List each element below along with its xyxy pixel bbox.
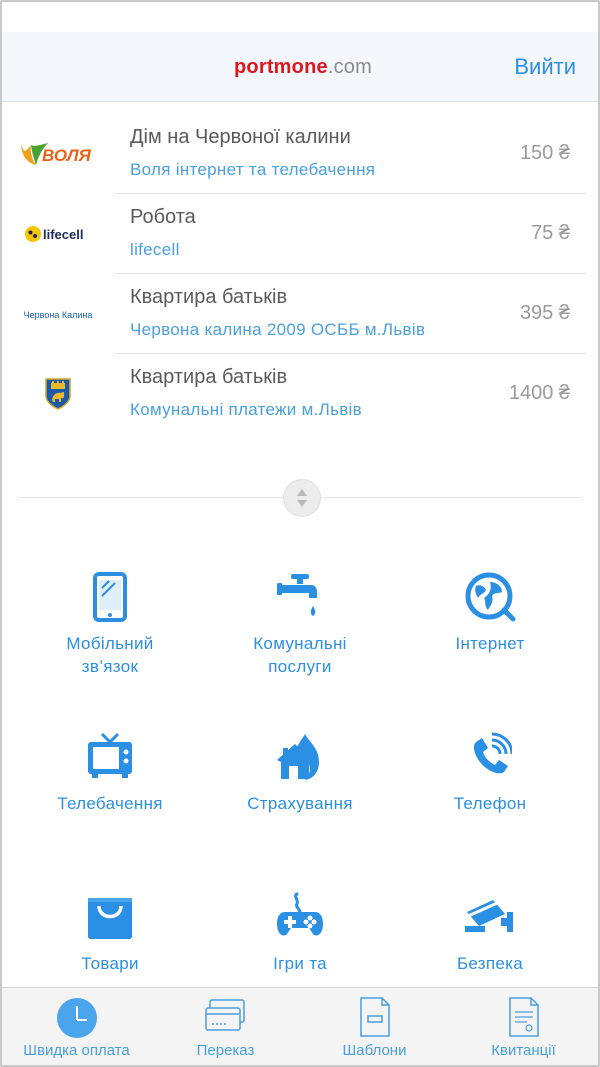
tab-label: Шаблони bbox=[342, 1042, 407, 1059]
payment-name: Дім на Червоної калини bbox=[130, 126, 351, 148]
category-label-line1: Мобільний bbox=[66, 634, 154, 653]
category-utilities[interactable]: Комунальні послуги bbox=[205, 572, 395, 678]
top-header: portmone.com Вийти bbox=[2, 32, 598, 102]
payment-amount: 395 ₴ bbox=[519, 302, 570, 324]
logout-button[interactable]: Вийти bbox=[514, 54, 576, 80]
water-tap-icon bbox=[277, 574, 317, 616]
tab-templates[interactable]: Шаблони bbox=[300, 988, 449, 1065]
category-label-line1: Страхування bbox=[247, 794, 353, 813]
chervona-kalyna-logo-text: Червона Калина bbox=[24, 310, 93, 320]
payment-name: Квартира батьків bbox=[130, 286, 288, 308]
globe-icon bbox=[465, 572, 516, 622]
cards-icon bbox=[204, 999, 245, 1031]
payment-provider: Воля інтернет та телебачення bbox=[130, 160, 376, 179]
bottom-tab-bar: Швидка оплата Переказ Шаблони Квитанції bbox=[2, 987, 598, 1065]
category-label-line1: Товари bbox=[81, 954, 139, 973]
payment-amount: 150 ₴ bbox=[519, 142, 570, 164]
chervona-kalyna-logo: Червона Калина bbox=[16, 288, 100, 340]
clock-icon bbox=[56, 998, 97, 1038]
tv-icon bbox=[88, 732, 132, 778]
payment-name: Квартира батьків bbox=[130, 366, 288, 388]
document-icon bbox=[359, 997, 390, 1037]
expand-handle-button[interactable] bbox=[283, 479, 321, 517]
payment-provider: lifecell bbox=[130, 240, 180, 259]
payment-amount: 75 ₴ bbox=[531, 222, 570, 244]
tab-label: Швидка оплата bbox=[23, 1042, 130, 1059]
category-internet[interactable]: Інтернет bbox=[395, 572, 585, 655]
payment-amount: 1400 ₴ bbox=[508, 382, 570, 404]
security-camera-icon bbox=[465, 900, 513, 932]
category-security[interactable]: Безпека bbox=[395, 892, 585, 975]
app-frame: portmone.com Вийти ВОЛЯ Дім на Червоної … bbox=[0, 0, 600, 1067]
category-label-line1: Телефон bbox=[453, 794, 527, 813]
tab-quick-payment[interactable]: Швидка оплата bbox=[2, 988, 151, 1065]
receipt-icon bbox=[508, 997, 539, 1037]
volia-logo-text: ВОЛЯ bbox=[42, 146, 92, 165]
category-games[interactable]: Ігри та bbox=[205, 892, 395, 975]
tab-label: Квитанції bbox=[491, 1042, 556, 1059]
up-down-arrows-icon bbox=[297, 489, 307, 507]
category-tv[interactable]: Телебачення bbox=[15, 732, 205, 815]
payment-row[interactable]: ВОЛЯ Дім на Червоної калини Воля інтерне… bbox=[2, 114, 598, 194]
house-fire-icon bbox=[277, 734, 319, 780]
phone-icon bbox=[473, 732, 512, 774]
gamepad-icon bbox=[277, 892, 323, 936]
category-phone[interactable]: Телефон bbox=[395, 732, 585, 815]
category-label-line2: послуги bbox=[268, 657, 332, 676]
category-label-line1: Телебачення bbox=[57, 794, 163, 813]
category-insurance[interactable]: Страхування bbox=[205, 732, 395, 815]
category-label-line1: Безпека bbox=[456, 954, 524, 973]
lviv-coat-of-arms-logo bbox=[16, 368, 100, 420]
category-label-line1: Комунальні bbox=[253, 634, 347, 653]
portmone-logo: portmone.com bbox=[234, 56, 372, 79]
mobile-phone-icon bbox=[93, 572, 127, 622]
tab-transfer[interactable]: Переказ bbox=[151, 988, 300, 1065]
payment-row[interactable]: Червона Калина Квартира батьків Червона … bbox=[2, 274, 598, 354]
logo-tld: .com bbox=[327, 56, 372, 78]
payment-row[interactable]: lifecell Робота lifecell 75 ₴ bbox=[2, 194, 598, 274]
category-goods[interactable]: Товари bbox=[15, 892, 205, 975]
payment-name: Робота bbox=[130, 206, 196, 228]
category-mobile[interactable]: Мобільний зв’язок bbox=[15, 572, 205, 678]
category-label-line1: Інтернет bbox=[455, 634, 525, 653]
payment-row[interactable]: Квартира батьків Комунальні платежи м.Ль… bbox=[2, 354, 598, 434]
payment-provider: Червона калина 2009 ОСББ м.Львів bbox=[130, 320, 426, 339]
logo-brand: portmone bbox=[234, 56, 328, 78]
lifecell-logo: lifecell bbox=[16, 208, 100, 260]
category-label-line1: Ігри та bbox=[273, 954, 327, 973]
saved-payments-list: ВОЛЯ Дім на Червоної калини Воля інтерне… bbox=[2, 114, 598, 434]
status-bar bbox=[2, 2, 598, 32]
category-label-line2: зв’язок bbox=[81, 657, 139, 676]
shopping-bag-icon bbox=[88, 898, 132, 939]
tab-receipts[interactable]: Квитанції bbox=[449, 988, 598, 1065]
payment-provider: Комунальні платежи м.Львів bbox=[130, 400, 362, 419]
volia-logo: ВОЛЯ bbox=[16, 128, 100, 180]
tab-label: Переказ bbox=[196, 1042, 255, 1059]
lifecell-logo-text: lifecell bbox=[43, 227, 83, 242]
